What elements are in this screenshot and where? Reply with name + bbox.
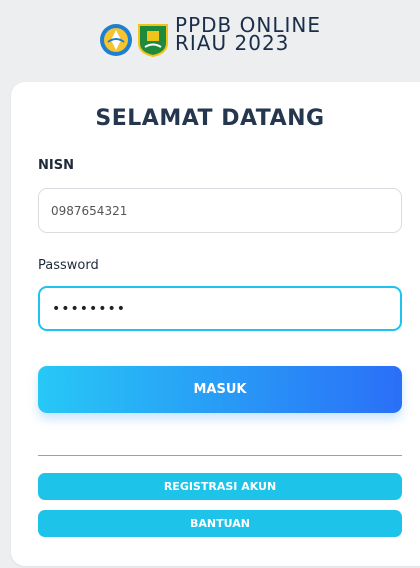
brand-line-2: RIAU 2023 — [175, 31, 290, 55]
header: PPDB ONLINE RIAU 2023 — [0, 0, 420, 80]
divider — [38, 455, 402, 456]
nisn-label: NISN — [38, 158, 74, 173]
brand-title: PPDB ONLINE RIAU 2023 — [175, 15, 321, 55]
help-button[interactable]: BANTUAN — [38, 510, 402, 537]
welcome-title: SELAMAT DATANG — [95, 106, 325, 131]
login-button[interactable]: MASUK — [38, 366, 402, 413]
tut-wuri-handayani-logo — [100, 24, 133, 56]
riau-province-emblem — [138, 24, 169, 57]
password-input[interactable] — [38, 286, 402, 331]
password-label: Password — [38, 258, 99, 273]
logos — [99, 23, 169, 57]
register-account-button[interactable]: REGISTRASI AKUN — [38, 473, 402, 500]
nisn-input[interactable] — [38, 188, 402, 233]
